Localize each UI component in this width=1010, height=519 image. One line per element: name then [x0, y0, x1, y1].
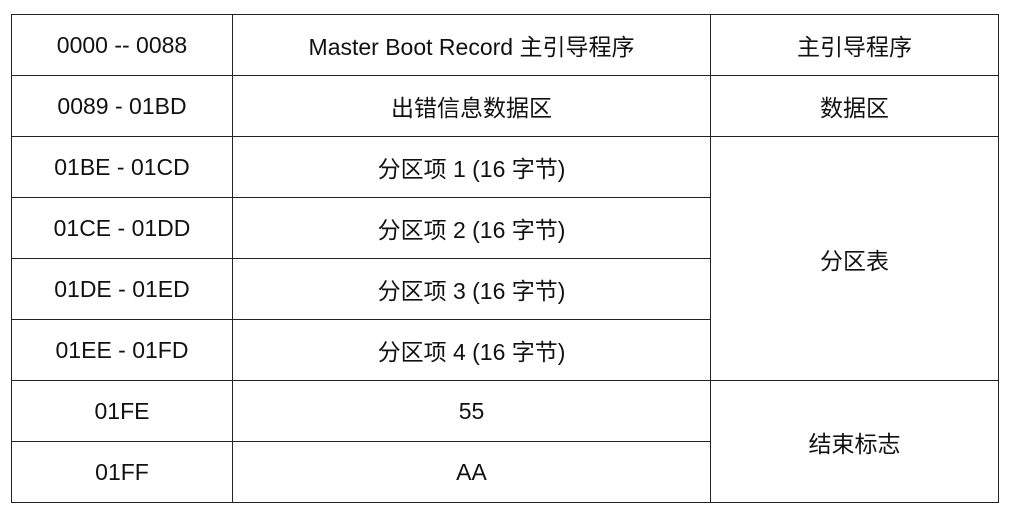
address-range-cell: 0000 -- 0088: [11, 14, 233, 76]
section-cell: 主引导程序: [710, 14, 999, 76]
address-range-cell: 01FF: [11, 441, 233, 503]
section-cell: 分区表: [710, 136, 999, 381]
table-row: 0000 -- 0088 Master Boot Record 主引导程序 主引…: [11, 14, 999, 76]
table-row: 01BE - 01CD 分区项 1 (16 字节) 分区表: [11, 136, 999, 381]
section-cell: 结束标志: [710, 380, 999, 503]
address-range-cell: 01BE - 01CD: [11, 136, 233, 198]
address-range-cell: 01DE - 01ED: [11, 258, 233, 320]
content-cell: Master Boot Record 主引导程序: [232, 14, 711, 76]
address-range-cell: 01FE: [11, 380, 233, 442]
address-range-cell: 01EE - 01FD: [11, 319, 233, 381]
table-row: 0089 - 01BD 出错信息数据区 数据区: [11, 75, 999, 137]
content-cell: 分区项 4 (16 字节): [232, 319, 711, 381]
address-range-cell: 01CE - 01DD: [11, 197, 233, 259]
content-cell: 55: [232, 380, 711, 442]
section-cell: 数据区: [710, 75, 999, 137]
mbr-layout-table: 0000 -- 0088 Master Boot Record 主引导程序 主引…: [11, 14, 999, 503]
table-row: 01FE 55 结束标志: [11, 380, 999, 503]
address-range-cell: 0089 - 01BD: [11, 75, 233, 137]
content-cell: 出错信息数据区: [232, 75, 711, 137]
content-cell: 分区项 3 (16 字节): [232, 258, 711, 320]
content-cell: 分区项 1 (16 字节): [232, 136, 711, 198]
content-cell: 分区项 2 (16 字节): [232, 197, 711, 259]
content-cell: AA: [232, 441, 711, 503]
